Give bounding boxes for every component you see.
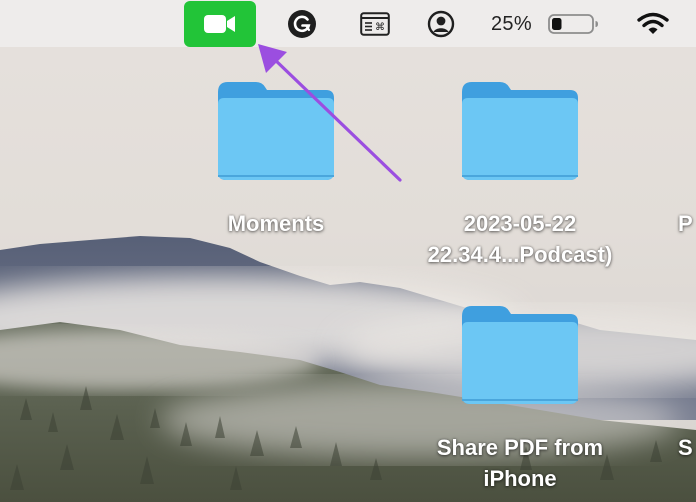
battery-menu-item[interactable] <box>546 0 602 47</box>
facetime-video-icon <box>204 15 235 33</box>
keyboard-shortcuts-menu-item[interactable]: ⌘ <box>359 0 391 47</box>
user-account-menu-item[interactable] <box>426 0 456 47</box>
folder-label-podcast: 2023-05-22 22.34.4...Podcast) <box>427 211 613 267</box>
wifi-icon <box>637 12 669 34</box>
folder-icon <box>462 82 578 180</box>
folder-label-moments: Moments <box>227 211 325 236</box>
svg-text:⌘: ⌘ <box>375 22 385 33</box>
folder-share-pdf-from-iphone[interactable] <box>460 304 580 404</box>
folder-icon <box>218 82 334 180</box>
folder-podcast[interactable] <box>460 80 580 180</box>
grammarly-icon <box>288 9 316 38</box>
folder-moments[interactable] <box>216 80 336 180</box>
folder-icon <box>462 306 578 404</box>
facetime-menu-item[interactable] <box>184 1 256 47</box>
grammarly-menu-item[interactable] <box>286 0 318 47</box>
keyboard-shortcuts-icon: ⌘ <box>360 11 390 36</box>
battery-percentage: 25% <box>491 13 532 35</box>
menu-bar: ⌘ 25% <box>0 0 696 47</box>
folder-label-share-pdf: Share PDF from iPhone <box>436 435 604 491</box>
wifi-menu-item[interactable] <box>636 0 670 47</box>
folder-label-partial-p: P <box>678 211 693 236</box>
user-account-icon <box>427 10 455 37</box>
desktop: ⌘ 25% Moments 2023-05-22 22.34.4...Podca… <box>0 0 696 502</box>
folder-label-partial-s: S <box>678 435 693 460</box>
battery-icon <box>548 13 598 34</box>
